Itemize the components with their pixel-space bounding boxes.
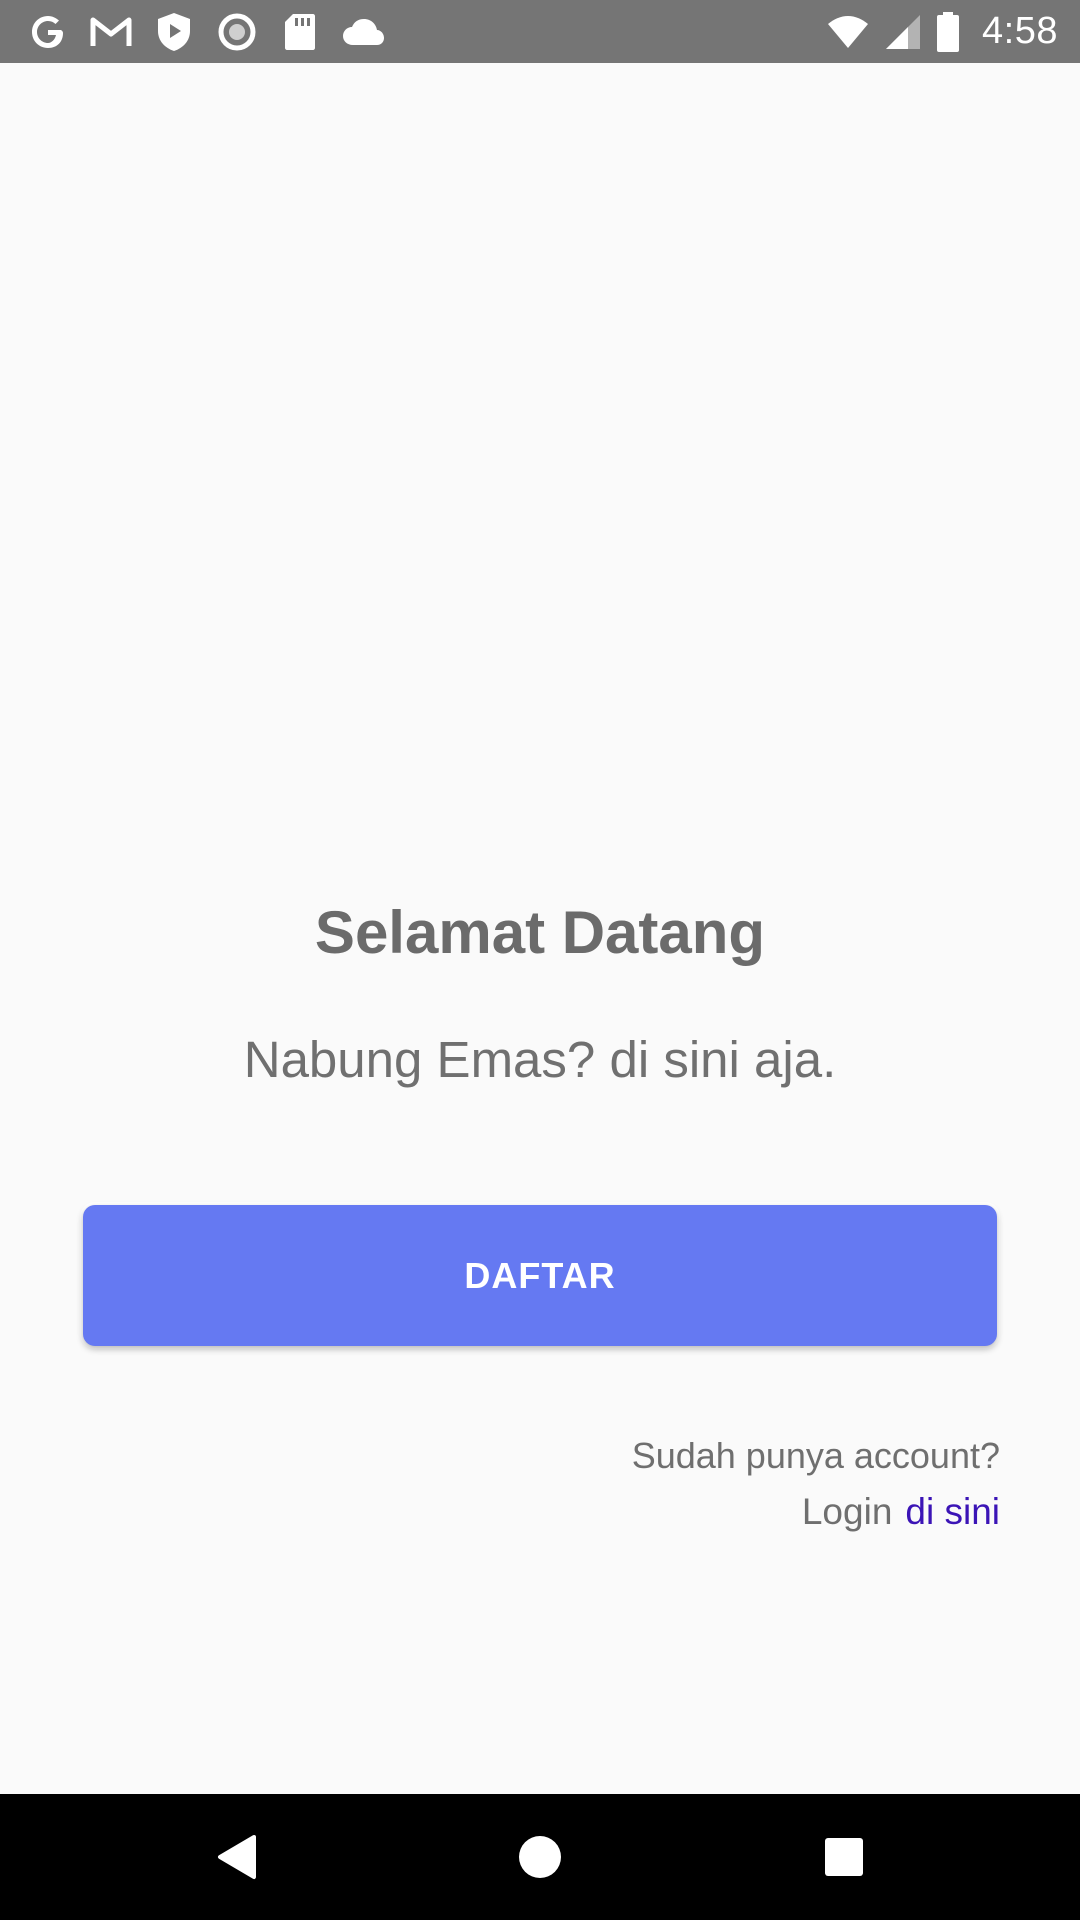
login-prompt: Login di sini (802, 1488, 1000, 1536)
clock: 4:58 (982, 10, 1058, 52)
record-icon (215, 10, 259, 54)
back-icon (218, 1835, 256, 1879)
account-question: Sudah punya account? (631, 1435, 1000, 1476)
back-button[interactable] (176, 1794, 296, 1920)
battery-icon (936, 11, 960, 53)
system-indicators: 4:58 (812, 0, 1058, 63)
cell-signal-icon (884, 13, 922, 51)
recents-button[interactable] (784, 1794, 904, 1920)
login-label: Login (801, 1491, 893, 1532)
welcome-title: Selamat Datang (314, 899, 766, 966)
sd-card-icon (278, 10, 322, 54)
home-icon (519, 1836, 561, 1878)
google-icon (26, 10, 70, 54)
gmail-icon (89, 10, 133, 54)
home-button[interactable] (480, 1794, 600, 1920)
welcome-subtitle: Nabung Emas? di sini aja. (243, 1031, 837, 1088)
notification-icons (26, 0, 404, 63)
wifi-icon (826, 14, 870, 50)
shield-play-icon (152, 10, 196, 54)
cloud-icon (341, 10, 385, 54)
login-link[interactable]: di sini (905, 1488, 1000, 1536)
navigation-bar (0, 1794, 1080, 1920)
status-bar: 4:58 (0, 0, 1080, 63)
register-button[interactable]: DAFTAR (83, 1205, 997, 1346)
recents-icon (825, 1838, 863, 1876)
